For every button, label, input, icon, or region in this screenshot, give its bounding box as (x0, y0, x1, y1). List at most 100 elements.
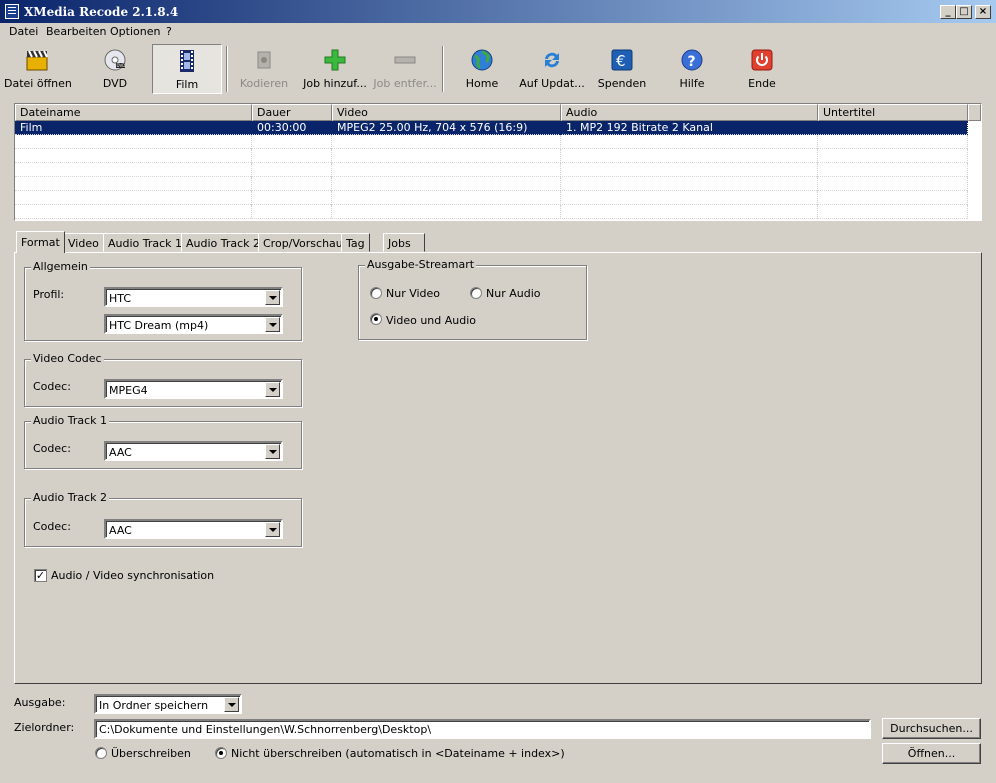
target-folder-label: Zielordner: (14, 721, 75, 734)
empty-row (15, 205, 968, 219)
audio-track-2-group: Audio Track 2 Codec: AAC (24, 491, 302, 547)
audio-track-1-codec-label: Codec: (33, 442, 71, 455)
table-row[interactable]: Film 00:30:00 MPEG2 25.00 Hz, 704 x 576 … (15, 121, 968, 135)
cell-audio: 1. MP2 192 Bitrate 2 Kanal (561, 121, 818, 135)
chevron-down-icon[interactable] (224, 697, 239, 712)
open-file-button[interactable]: Datei öffnen (4, 44, 72, 94)
dvd-disc-icon: DVD (104, 49, 126, 71)
donate-button[interactable]: € Spenden (594, 44, 650, 94)
column-header-video[interactable]: Video (332, 104, 561, 121)
file-list[interactable]: Dateiname Dauer Video Audio Untertitel F… (14, 103, 982, 221)
title-bar[interactable]: XMedia Recode 2.1.8.4 _ □ × (0, 0, 996, 23)
exit-button[interactable]: Ende (734, 44, 790, 94)
av-sync-checkbox[interactable]: ✓ (34, 569, 47, 582)
window-title: XMedia Recode 2.1.8.4 (24, 5, 179, 19)
empty-row (15, 177, 968, 191)
audio-track-1-codec-select[interactable]: AAC (104, 441, 283, 461)
tab-tag[interactable]: Tag (341, 233, 370, 252)
menu-bearbeiten[interactable]: Bearbeiten (46, 25, 106, 38)
audio-track-2-codec-value: AAC (109, 524, 132, 537)
video-audio-radio[interactable] (370, 313, 382, 325)
menu-datei[interactable]: Datei (9, 25, 38, 38)
profile-select[interactable]: HTC (104, 287, 283, 307)
video-codec-group-title: Video Codec (31, 352, 104, 365)
toolbar: Datei öffnen DVD DVD Film Kodieren Job h… (0, 42, 996, 94)
column-header-duration[interactable]: Dauer (252, 104, 332, 121)
chevron-down-icon[interactable] (265, 290, 280, 305)
remove-job-button[interactable]: Job entfer... (372, 44, 438, 94)
open-file-label: Datei öffnen (4, 77, 72, 90)
chevron-down-icon[interactable] (265, 522, 280, 537)
film-strip-icon (180, 50, 194, 72)
cell-video: MPEG2 25.00 Hz, 704 x 576 (16:9) (332, 121, 561, 135)
menu-optionen[interactable]: Optionen (110, 25, 160, 38)
home-label: Home (465, 77, 499, 90)
stream-type-group-title: Ausgabe-Streamart (365, 258, 477, 271)
audio-track-2-group-title: Audio Track 2 (31, 491, 110, 504)
audio-track-2-codec-label: Codec: (33, 520, 71, 533)
clapperboard-icon (26, 50, 48, 71)
open-folder-button[interactable]: Öffnen... (882, 743, 981, 764)
update-button[interactable]: Auf Updat... (518, 44, 586, 94)
minimize-button[interactable]: _ (940, 5, 956, 19)
update-label: Auf Updat... (519, 77, 585, 90)
profile-label: Profil: (33, 288, 65, 301)
empty-row (15, 163, 968, 177)
tab-audio-track-1[interactable]: Audio Track 1 (103, 233, 188, 252)
chevron-down-icon[interactable] (265, 444, 280, 459)
tab-video[interactable]: Video (63, 233, 104, 252)
app-icon (5, 4, 19, 19)
column-header-filename[interactable]: Dateiname (15, 104, 252, 121)
menu-help[interactable]: ? (166, 25, 172, 38)
plus-icon (324, 49, 346, 71)
exit-label: Ende (748, 77, 776, 90)
profile-select-value: HTC (109, 292, 132, 305)
encode-button[interactable]: Kodieren (234, 44, 294, 94)
video-codec-group: Video Codec Codec: MPEG4 (24, 352, 302, 407)
video-only-radio[interactable] (370, 287, 382, 299)
audio-only-radio[interactable] (470, 287, 482, 299)
chevron-down-icon[interactable] (265, 317, 280, 332)
svg-text:?: ? (688, 54, 696, 70)
help-button[interactable]: ? Hilfe (664, 44, 720, 94)
maximize-button[interactable]: □ (956, 5, 972, 19)
film-button[interactable]: Film (152, 44, 222, 94)
format-tab-panel: Allgemein Profil: HTC HTC Dream (mp4) Vi… (14, 252, 982, 684)
empty-row (15, 135, 968, 149)
tab-jobs[interactable]: Jobs (383, 233, 425, 252)
add-job-label: Job hinzuf... (303, 77, 367, 90)
refresh-icon (545, 52, 559, 68)
video-codec-value: MPEG4 (109, 384, 148, 397)
dvd-button[interactable]: DVD DVD (86, 44, 144, 94)
general-group: Allgemein Profil: HTC HTC Dream (mp4) (24, 260, 302, 341)
browse-button[interactable]: Durchsuchen... (882, 718, 981, 739)
target-folder-input[interactable]: C:\Dokumente und Einstellungen\W.Schnorr… (94, 719, 871, 739)
general-group-title: Allgemein (31, 260, 90, 273)
help-icon: ? (681, 49, 703, 71)
output-mode-select[interactable]: In Ordner speichern (94, 694, 242, 714)
encode-label: Kodieren (239, 77, 289, 90)
overwrite-radio[interactable] (95, 747, 107, 759)
tab-format[interactable]: Format (16, 231, 65, 253)
close-button[interactable]: × (975, 5, 991, 19)
film-label: Film (175, 78, 199, 91)
video-codec-select[interactable]: MPEG4 (104, 379, 283, 399)
tab-audio-track-2[interactable]: Audio Track 2 (181, 233, 266, 252)
stream-type-group: Ausgabe-Streamart Nur Video Nur Audio Vi… (358, 258, 587, 340)
audio-track-2-codec-select[interactable]: AAC (104, 519, 283, 539)
home-button[interactable]: Home (454, 44, 510, 94)
video-codec-label: Codec: (33, 380, 71, 393)
av-sync-label: Audio / Video synchronisation (51, 569, 215, 582)
device-select-value: HTC Dream (mp4) (109, 319, 209, 332)
no-overwrite-radio[interactable] (215, 747, 227, 759)
video-audio-label: Video und Audio (386, 314, 477, 327)
minus-icon (394, 56, 416, 64)
chevron-down-icon[interactable] (265, 382, 280, 397)
cell-subtitle (818, 121, 968, 135)
add-job-button[interactable]: Job hinzuf... (300, 44, 370, 94)
column-header-audio[interactable]: Audio (561, 104, 818, 121)
column-header-subtitles[interactable]: Untertitel (818, 104, 968, 121)
output-mode-value: In Ordner speichern (99, 699, 209, 712)
tab-crop-preview[interactable]: Crop/Vorschau (258, 233, 348, 252)
device-select[interactable]: HTC Dream (mp4) (104, 314, 283, 334)
